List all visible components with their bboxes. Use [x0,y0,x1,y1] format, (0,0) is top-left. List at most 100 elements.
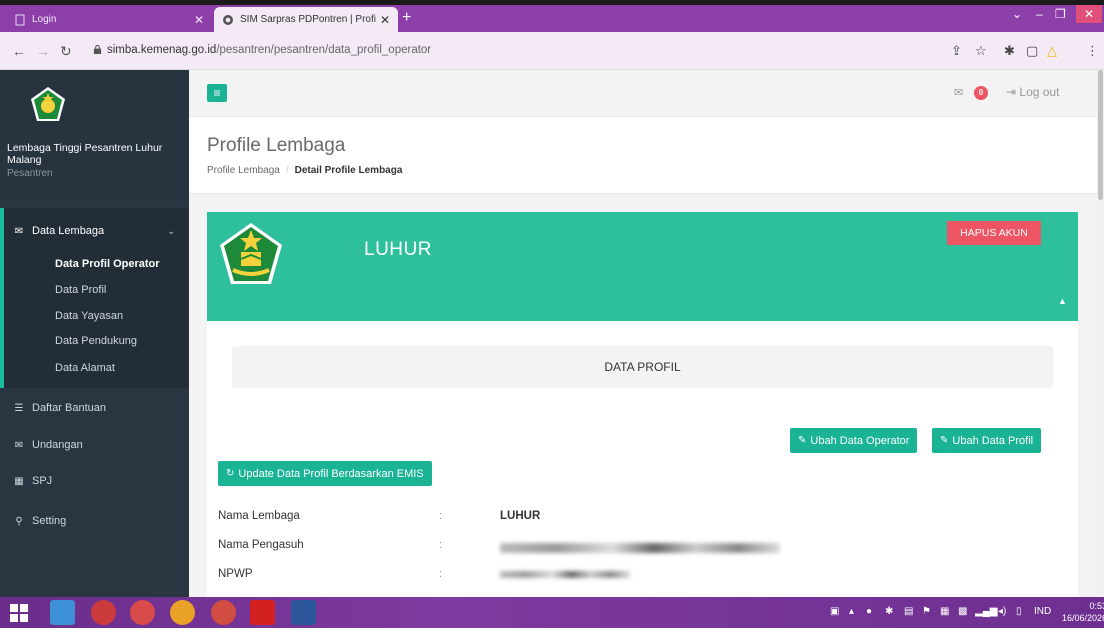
clock-date: 16/06/2026 [1062,613,1104,623]
address-bar-row: ← → ↻ simba.kemenag.go.id/pesantren/pesa… [0,32,1104,70]
acrobat-icon[interactable] [250,600,275,625]
tray-app-icon[interactable]: ▣ [830,606,839,617]
delete-account-button[interactable]: HAPUS AKUN [947,221,1041,245]
sidebar-item-label: SPJ [32,475,53,487]
button-label: Update Data Profil Berdasarkan EMIS [238,467,424,480]
field-separator: : [439,568,443,580]
sidebar-item-data-profil-operator[interactable]: Data Profil Operator [55,258,160,270]
breadcrumb-separator: / [285,165,289,176]
sidebar-item-setting[interactable]: ⚲ Setting [0,511,189,531]
mail-icon[interactable]: ✉ [954,86,963,99]
edit-profile-button[interactable]: ✎ Ubah Data Profil [932,428,1042,453]
field-label-nama-lembaga: Nama Lembaga [218,510,300,522]
kemenag-logo-icon [220,223,282,284]
sidebar-item-data-profil[interactable]: Data Profil [55,284,106,296]
page-heading: Profile Lembaga Profile Lembaga / Detail P… [189,117,1098,194]
section-header-box: DATA PROFIL [232,346,1053,388]
tray-app-icon[interactable]: ▩ [958,606,967,617]
sidebar-item-spj[interactable]: ▦ SPJ [0,471,189,491]
field-value-nama-lembaga: LUHUR [500,510,541,522]
sidebar-item-data-pendukung[interactable]: Data Pendukung [55,335,137,347]
tab-sim-sarpras[interactable]: SIM Sarpras PDPontren | Profile L ✕ [214,7,398,32]
user-role: Pesantren [7,168,53,179]
profile-panel: LUHUR HAPUS AKUN ▲ DATA PROFIL ✎ Ubah Dat… [207,212,1078,612]
sidebar-item-data-yayasan[interactable]: Data Yayasan [55,310,123,322]
back-arrow-icon[interactable]: ← [12,43,26,59]
tray-app-icon[interactable]: ⚑ [922,606,931,617]
tray-app-icon[interactable]: ● [866,606,872,617]
globe-icon [222,14,234,26]
edit-operator-button[interactable]: ✎ Ubah Data Operator [790,428,918,453]
close-tab-icon[interactable]: ✕ [380,13,390,27]
user-icon: ⚲ [15,515,23,527]
envelope-icon: ✉ [14,439,24,451]
url-field[interactable]: simba.kemenag.go.id/pesantren/pesantren/… [107,44,431,56]
url-host: simba.kemenag.go.id [107,44,217,56]
url-path: /pesantren/pesantren/data_profil_operato… [216,44,432,56]
tab-login[interactable]: Login ✕ [6,7,212,32]
chrome-icon[interactable] [211,600,236,625]
tray-app-icon[interactable]: ✱ [885,606,893,617]
button-label: Ubah Data Profil [952,434,1034,447]
window-top-edge [0,0,1104,5]
breadcrumb: Profile Lembaga / Detail Profile Lembaga [207,165,402,176]
page-icon [14,14,26,26]
forward-arrow-icon[interactable]: → [36,43,50,59]
extensions-puzzle-icon[interactable]: ✱ [1004,43,1015,59]
logout-label: Log out [1019,85,1060,99]
notification-icon[interactable]: ▯ [1016,606,1022,617]
edit-icon: ✎ [798,435,807,446]
drive-icon[interactable]: △ [1047,43,1057,59]
scrollbar-thumb[interactable] [1098,70,1103,200]
tray-arrow-icon[interactable]: ▴ [849,606,854,617]
redacted-value [500,543,780,553]
clock-time: 0:53 [1089,601,1104,611]
signal-icon[interactable]: ▂▄▆ [975,606,997,617]
tab-title: Login [32,14,57,25]
chrome-icon[interactable] [91,600,116,625]
logout-link[interactable]: ⇥ Log out [1006,85,1059,99]
kemenag-logo-icon [31,87,65,121]
word-icon[interactable] [291,600,316,625]
share-icon[interactable]: ⇪ [951,43,962,59]
table-icon: ▦ [14,475,24,487]
top-navbar: ≡ ✉ 0 ⇥ Log out [189,70,1098,117]
bookmark-star-icon[interactable]: ☆ [975,43,987,59]
language-indicator[interactable]: IND [1034,606,1051,617]
menu-dots-icon[interactable]: ⋮ [1086,43,1099,59]
sidebar-item-daftar-bantuan[interactable]: ☰ Daftar Bantuan [0,398,189,418]
side-panel-icon[interactable]: ▢ [1026,43,1038,59]
tray-app-icon[interactable]: ▤ [904,606,913,617]
chrome-icon[interactable] [130,600,155,625]
update-emis-button[interactable]: ↻ Update Data Profil Berdasarkan EMIS [218,461,432,486]
close-tab-icon[interactable]: ✕ [194,13,204,27]
sidebar-item-undangan[interactable]: ✉ Undangan [0,435,189,455]
minimize-button[interactable]: – [1036,7,1043,21]
field-label-npwp: NPWP [218,568,253,580]
sidebar-item-label: Data Lembaga [32,225,105,237]
new-tab-button[interactable]: + [402,9,411,27]
maximize-button[interactable]: ❐ [1055,7,1066,21]
windows-start-icon[interactable] [10,604,28,622]
menu-toggle-button[interactable]: ≡ [207,84,227,102]
tray-app-icon[interactable]: ▦ [940,606,949,617]
collapse-chevron-up-icon[interactable]: ▲ [1058,296,1067,306]
refresh-icon: ↻ [226,468,235,479]
reload-icon[interactable]: ↻ [60,43,72,60]
sidebar-item-label: Undangan [32,439,83,451]
button-label: Ubah Data Operator [810,434,910,447]
sidebar-item-data-alamat[interactable]: Data Alamat [55,362,115,374]
clock[interactable]: 0:53 16/06/2026 [1062,600,1104,624]
windows-taskbar: ▣ ▴ ● ✱ ▤ ⚑ ▦ ▩ ▂▄▆ ◂) ▯ IND 0:53 16/06/… [0,597,1104,628]
volume-icon[interactable]: ◂) [998,606,1006,617]
file-explorer-icon[interactable] [50,600,75,625]
window-close-button[interactable]: ✕ [1076,5,1102,23]
main-content: ≡ ✉ 0 ⇥ Log out Profile Lembaga Profile … [189,70,1104,612]
institution-name: Lembaga Tinggi Pesantren Luhur Malang [7,142,163,166]
section-title: DATA PROFIL [604,360,681,374]
chrome-icon[interactable] [170,600,195,625]
tab-search-chevron-icon[interactable]: ⌄ [1012,7,1022,21]
sidebar-item-data-lembaga[interactable]: ✉ Data Lembaga ⌄ [0,221,189,241]
sidebar-item-label: Setting [32,515,67,527]
breadcrumb-link[interactable]: Profile Lembaga [207,165,280,176]
